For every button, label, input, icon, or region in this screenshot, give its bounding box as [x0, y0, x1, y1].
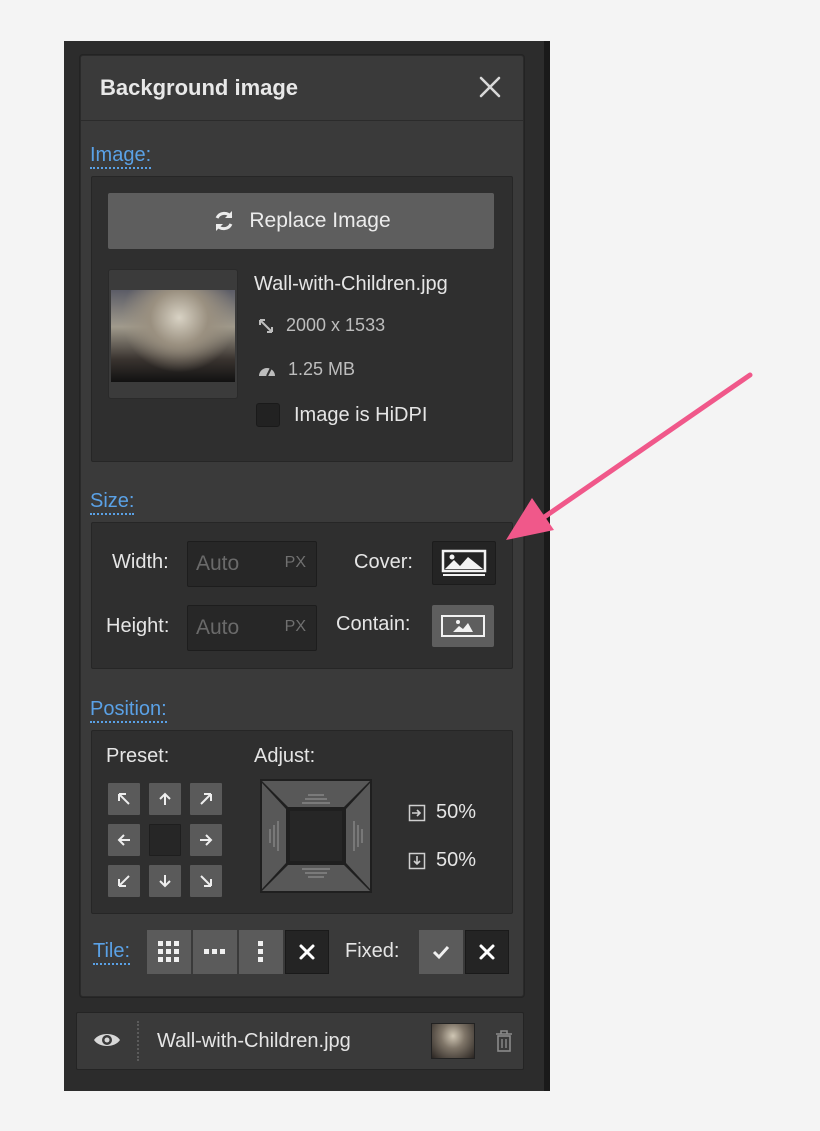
horizontal-position-icon	[408, 804, 426, 821]
image-dimensions-row: 2000 x 1533	[258, 315, 385, 336]
close-icon[interactable]	[475, 72, 505, 102]
height-field[interactable]: PX	[187, 605, 317, 651]
adjust-label: Adjust:	[254, 745, 316, 767]
gauge-icon	[259, 367, 275, 376]
hidpi-row: Image is HiDPI	[256, 403, 427, 427]
width-unit: PX	[284, 554, 306, 571]
panel-title: Background image	[100, 75, 299, 100]
vertical-dots-icon	[258, 941, 263, 962]
fixed-no-button[interactable]	[465, 930, 509, 974]
grid-dots-icon	[158, 941, 179, 962]
preset-bottom-left[interactable]	[108, 865, 140, 897]
image-thumbnail-frame[interactable]	[108, 269, 238, 399]
image-file-size: 1.25 MB	[288, 359, 356, 379]
close-icon	[299, 944, 315, 960]
x-position-value[interactable]: 50%	[436, 801, 476, 824]
size-box: Width: PX Height: PX Cover: Contain:	[91, 522, 513, 669]
arrow-right-icon	[200, 834, 213, 846]
fixed-options	[419, 930, 511, 974]
y-position-value[interactable]: 50%	[436, 849, 476, 872]
image-file-name: Wall-with-Children.jpg	[254, 273, 448, 295]
preset-top-right[interactable]	[190, 783, 222, 815]
preset-bottom-right[interactable]	[190, 865, 222, 897]
trash-icon[interactable]	[495, 1030, 513, 1057]
cover-button[interactable]	[432, 541, 496, 585]
eye-icon[interactable]	[93, 1029, 121, 1056]
close-icon	[479, 944, 495, 960]
drag-handle[interactable]	[137, 1021, 141, 1061]
tile-none-button[interactable]	[285, 930, 329, 974]
fixed-yes-button[interactable]	[419, 930, 463, 974]
preset-right[interactable]	[190, 824, 222, 856]
height-input[interactable]	[188, 606, 276, 650]
check-icon	[432, 945, 450, 960]
adjust-pad[interactable]	[260, 779, 372, 893]
layer-thumbnail	[431, 1023, 475, 1059]
vertical-position-icon	[408, 852, 426, 869]
tile-repeat-x-button[interactable]	[193, 930, 237, 974]
replace-image-button[interactable]: Replace Image	[108, 193, 494, 249]
preset-top-left[interactable]	[108, 783, 140, 815]
arrow-down-left-icon	[118, 875, 130, 887]
height-unit: PX	[284, 618, 306, 635]
x-position-row: 50%	[408, 801, 476, 824]
resize-icon	[259, 318, 273, 333]
y-position-row: 50%	[408, 849, 476, 872]
image-thumbnail	[111, 290, 235, 382]
cover-image-icon	[441, 549, 487, 576]
preset-bottom[interactable]	[149, 865, 181, 897]
preset-top[interactable]	[149, 783, 181, 815]
panel-header: Background image	[81, 56, 523, 121]
arrow-up-icon	[159, 792, 171, 805]
cover-label: Cover:	[354, 551, 413, 573]
width-input[interactable]	[188, 542, 276, 586]
arrow-up-right-icon	[200, 793, 212, 805]
contain-button[interactable]	[432, 605, 494, 647]
background-image-panel: Background image Image: Replace Image Wa…	[80, 55, 524, 997]
layer-file-name: Wall-with-Children.jpg	[157, 1030, 351, 1052]
preset-label: Preset:	[106, 745, 170, 767]
preset-grid	[108, 783, 222, 897]
contain-image-icon	[441, 615, 485, 637]
app-edge	[544, 41, 550, 1091]
contain-label: Contain:	[336, 613, 411, 635]
image-box: Replace Image Wall-with-Children.jpg 200…	[91, 176, 513, 462]
arrow-down-icon	[159, 875, 171, 888]
tile-repeat-y-button[interactable]	[239, 930, 283, 974]
preset-left[interactable]	[108, 824, 140, 856]
height-label: Height:	[106, 615, 170, 637]
arrow-down-right-icon	[200, 875, 212, 887]
preset-center[interactable]	[149, 824, 181, 856]
image-size-row: 1.25 MB	[258, 359, 355, 380]
width-field[interactable]: PX	[187, 541, 317, 587]
position-section-label[interactable]: Position:	[90, 698, 167, 723]
replace-image-label: Replace Image	[249, 209, 391, 232]
size-section-label[interactable]: Size:	[90, 490, 135, 515]
refresh-icon	[216, 211, 233, 231]
position-box: Preset: Adjust: 50% 50%	[91, 730, 513, 914]
tile-label[interactable]: Tile:	[93, 940, 131, 965]
width-label: Width:	[112, 551, 169, 573]
tile-repeat-button[interactable]	[147, 930, 191, 974]
image-dimensions: 2000 x 1533	[286, 315, 386, 335]
image-section-label[interactable]: Image:	[90, 144, 152, 169]
arrow-up-left-icon	[118, 793, 130, 805]
horizontal-dots-icon	[204, 949, 225, 954]
hidpi-checkbox[interactable]	[256, 403, 280, 427]
tile-options	[147, 930, 331, 976]
arrow-left-icon	[117, 834, 130, 846]
hidpi-label: Image is HiDPI	[294, 403, 428, 426]
background-layer-row[interactable]: Wall-with-Children.jpg	[76, 1012, 524, 1070]
fixed-label: Fixed:	[345, 940, 400, 962]
